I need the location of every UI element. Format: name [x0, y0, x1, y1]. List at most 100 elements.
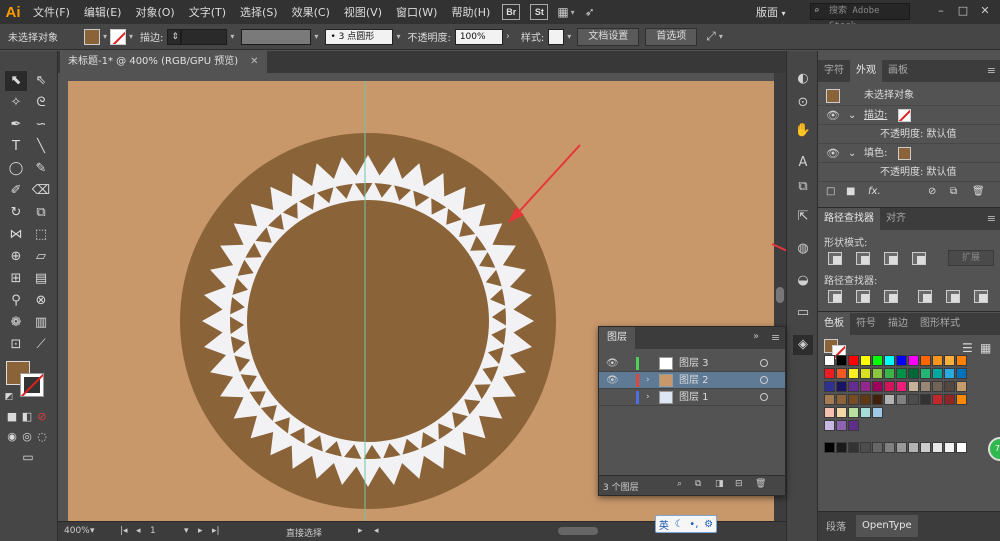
swatch[interactable] — [848, 368, 859, 379]
stroke-swatch-none[interactable] — [898, 109, 911, 122]
swatch[interactable] — [932, 442, 943, 453]
tab-symbols[interactable]: 符号 — [850, 313, 882, 335]
trim-button[interactable] — [856, 290, 870, 303]
profile-dropdown-icon[interactable]: ▾ — [311, 32, 321, 41]
swatch[interactable] — [872, 394, 883, 405]
swatch[interactable] — [824, 381, 835, 392]
stroke-swatch[interactable] — [110, 28, 127, 45]
line-tool-icon[interactable]: ╲ — [30, 137, 52, 157]
next-artboard-icon[interactable]: ▸ — [198, 526, 203, 536]
color-mode-icon[interactable]: ■ — [5, 407, 19, 427]
layer-target-icon[interactable] — [760, 393, 768, 401]
swatch[interactable] — [824, 368, 835, 379]
last-artboard-icon[interactable]: ▸| — [212, 526, 220, 536]
menu-object[interactable]: 对象(O) — [128, 4, 181, 20]
menu-type[interactable]: 文字(T) — [182, 4, 233, 20]
style-dropdown-icon[interactable]: ▾ — [564, 32, 574, 41]
workspace-switcher[interactable]: 版面 ▾ — [756, 4, 786, 20]
eye-icon[interactable]: 👁 — [606, 372, 619, 389]
swatch[interactable] — [920, 381, 931, 392]
shape-builder-tool-icon[interactable]: ⊕ — [5, 247, 27, 267]
pen-tool-icon[interactable]: ✒ — [5, 115, 27, 135]
transparency-icon[interactable]: ◒ — [793, 271, 813, 291]
swatch[interactable] — [944, 355, 955, 366]
appearance-stroke-row[interactable]: 👁 ⌄ 描边: — [818, 106, 1000, 125]
expand-chevron-icon[interactable]: ⌄ — [848, 144, 856, 163]
swatch[interactable] — [848, 394, 859, 405]
tab-graphic-styles[interactable]: 图形样式 — [914, 313, 966, 335]
expand-chevron-icon[interactable]: ⌄ — [848, 106, 856, 125]
none-mode-icon[interactable]: ⊘ — [35, 407, 49, 427]
swatch[interactable] — [884, 394, 895, 405]
opacity-default-1[interactable]: 不透明度: 默认值 — [880, 125, 957, 144]
brush-definition[interactable]: • 3 点圆形 — [325, 28, 394, 45]
tab-opentype[interactable]: OpenType — [856, 515, 918, 537]
menu-help[interactable]: 帮助(H) — [444, 4, 497, 20]
fill-dropdown-icon[interactable]: ▾ — [100, 32, 110, 41]
swatch[interactable] — [860, 394, 871, 405]
zoom-dropdown-icon[interactable]: ▾ — [90, 526, 95, 536]
chevron-down-icon[interactable]: ▾ — [571, 8, 575, 17]
center-disc[interactable] — [247, 200, 489, 442]
slice-tool-icon[interactable]: ⟋ — [30, 335, 52, 355]
column-graph-tool-icon[interactable]: ▥ — [30, 313, 52, 333]
layer-target-icon[interactable] — [760, 376, 768, 384]
swatch[interactable] — [920, 442, 931, 453]
opacity-input[interactable]: 100% — [454, 28, 503, 45]
ime-language[interactable]: 英 — [659, 517, 669, 532]
clipping-mask-icon[interactable]: ◨ — [715, 479, 724, 489]
swatch[interactable] — [920, 394, 931, 405]
document-tab[interactable]: 未标题-1* @ 400% (RGB/GPU 预览) ✕ — [60, 51, 267, 73]
stroke-weight-dropdown-icon[interactable]: ▾ — [227, 32, 237, 41]
swatch[interactable] — [932, 355, 943, 366]
swatch[interactable] — [824, 355, 835, 366]
selection-tool-icon[interactable]: ⬉ — [5, 71, 27, 91]
swatch[interactable] — [908, 442, 919, 453]
swatch[interactable] — [836, 442, 847, 453]
delete-layer-icon[interactable]: 🗑 — [755, 479, 766, 489]
draw-behind-icon[interactable]: ◎ — [20, 427, 34, 447]
swatch[interactable] — [956, 368, 967, 379]
swatch[interactable] — [872, 355, 883, 366]
swatch[interactable] — [944, 368, 955, 379]
swatch[interactable] — [824, 407, 835, 418]
swatch[interactable] — [836, 381, 847, 392]
delete-item-icon[interactable]: 🗑 — [972, 182, 985, 201]
artboard-tool-icon[interactable]: ⊡ — [5, 335, 27, 355]
stroke-dropdown-icon[interactable]: ▾ — [126, 32, 136, 41]
swatch[interactable] — [824, 394, 835, 405]
direct-selection-tool-icon[interactable]: ⇖ — [30, 71, 52, 91]
prev-artboard-icon[interactable]: ◂ — [136, 526, 141, 536]
eye-icon[interactable]: 👁 — [826, 144, 840, 163]
tab-appearance[interactable]: 外观 — [850, 60, 882, 82]
appearance-fill-row[interactable]: 👁 ⌄ 填色: — [818, 144, 1000, 163]
duplicate-item-icon[interactable]: ⧉ — [950, 182, 957, 201]
color-guide-icon[interactable]: ◐ — [793, 69, 813, 89]
swatch[interactable] — [932, 394, 943, 405]
tab-stroke[interactable]: 描边 — [882, 313, 914, 335]
tab-layers[interactable]: 图层 — [599, 327, 635, 349]
panel-menu-icon[interactable]: ≡ — [987, 212, 996, 225]
gradient-tool-icon[interactable]: ▤ — [30, 269, 52, 289]
close-window-button[interactable]: ✕ — [978, 4, 992, 18]
layer-row[interactable]: 👁 › 图层 2 — [599, 372, 785, 389]
swatch[interactable] — [860, 381, 871, 392]
horizontal-scrollbar-thumb[interactable] — [558, 527, 598, 535]
opacity-stepper-icon[interactable]: › — [503, 31, 513, 42]
outline-button[interactable] — [946, 290, 960, 303]
layer-name[interactable]: 图层 3 — [679, 355, 709, 372]
layers-panel-icon[interactable]: ◈ — [793, 335, 813, 355]
swatch[interactable] — [896, 381, 907, 392]
stroke-panel-icon[interactable]: ◍ — [793, 239, 813, 259]
swatch[interactable] — [920, 368, 931, 379]
menu-effect[interactable]: 效果(C) — [285, 4, 337, 20]
export-icon[interactable]: ⇱ — [793, 207, 813, 227]
stroke-stepper[interactable]: ⇕ — [167, 28, 182, 45]
minimize-button[interactable]: – — [934, 4, 948, 18]
shaper-tool-icon[interactable]: ✐ — [5, 181, 27, 201]
artboard-number[interactable]: 1 — [150, 526, 156, 536]
fill-swatch-brown[interactable] — [898, 147, 911, 160]
punctuation-icon[interactable]: •, — [689, 519, 698, 530]
swatch[interactable] — [848, 420, 859, 431]
default-colors-icon[interactable]: ◩ — [2, 387, 16, 407]
